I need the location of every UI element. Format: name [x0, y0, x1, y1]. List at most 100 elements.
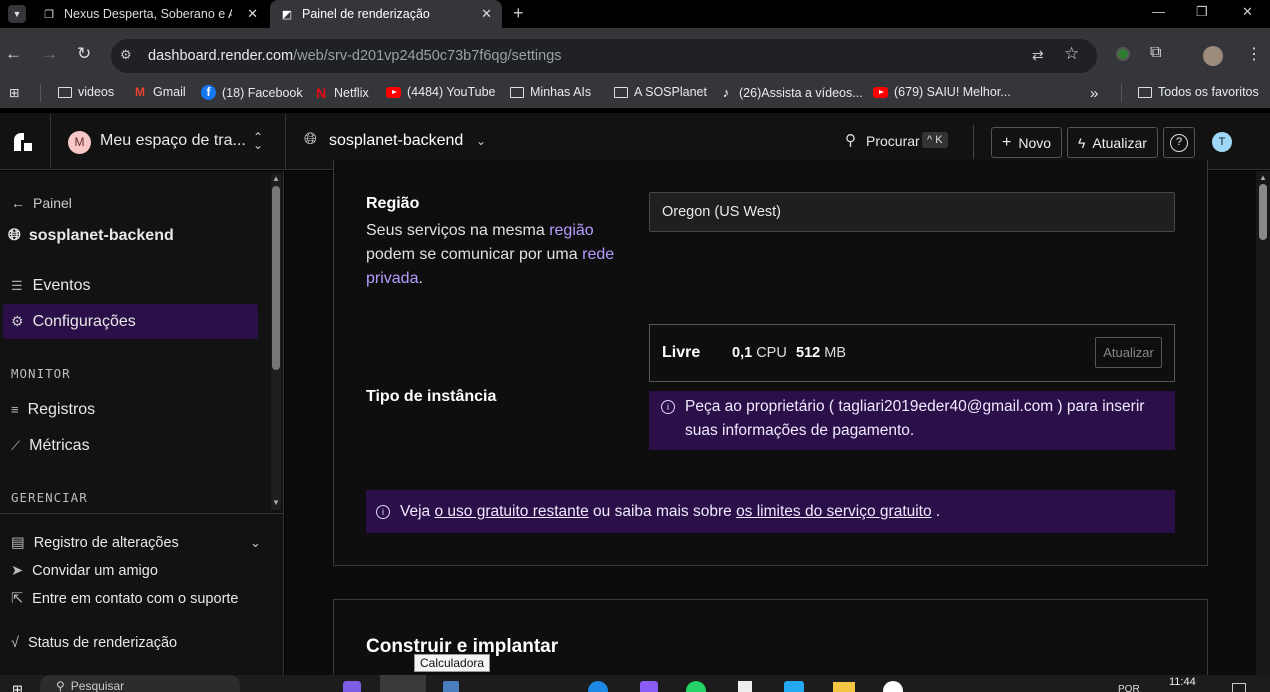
sidebar-status[interactable]: √ Status de renderização — [11, 635, 177, 651]
windows-start-icon[interactable]: ⊞ — [12, 682, 23, 692]
sidebar-item-registros[interactable]: ≡ Registros — [11, 401, 95, 419]
browser-tab-active[interactable]: ◩ Painel de renderização ✕ — [270, 0, 502, 28]
scroll-up-icon[interactable]: ▲ — [272, 174, 280, 183]
netflix-icon: N — [315, 85, 327, 101]
free-limits-link[interactable]: os limites do serviço gratuito — [736, 503, 932, 520]
taskbar-app-icon[interactable] — [640, 681, 658, 692]
chart-line-icon: ⟋ — [11, 438, 21, 453]
back-label: Painel — [33, 195, 72, 211]
free-usage-notice: i Veja o uso gratuito restante ou saiba … — [366, 490, 1175, 533]
sidebar-item-configuracoes[interactable]: ⚙ Configurações — [11, 313, 136, 331]
main-scrollbar[interactable] — [1256, 171, 1270, 675]
back-link[interactable]: ← Painel — [11, 195, 72, 211]
help-button[interactable]: ? — [1163, 127, 1195, 158]
scroll-down-icon[interactable]: ▼ — [272, 498, 280, 507]
bookmark-label: Netflix — [334, 86, 369, 100]
sidebar-footer-label: Entre em contato com o suporte — [32, 591, 239, 607]
free-usage-link[interactable]: o uso gratuito restante — [434, 503, 588, 520]
bookmark-star-icon[interactable]: ☆ — [1064, 44, 1079, 64]
upgrade-button[interactable]: ϟ Atualizar — [1067, 127, 1158, 158]
tab-search-button[interactable]: ▼ — [8, 5, 26, 23]
more-bookmarks-button[interactable]: » — [1090, 85, 1098, 102]
apps-grid-icon[interactable]: ⊞ — [9, 85, 19, 100]
bookmark-gmail[interactable]: M Gmail — [133, 85, 186, 99]
sidebar-item-label: Configurações — [32, 313, 136, 330]
lightning-icon: ϟ — [1078, 134, 1086, 151]
sidebar-item-eventos[interactable]: ☰ Eventos — [11, 277, 90, 295]
region-link[interactable]: região — [549, 222, 593, 239]
sidebar-changelog[interactable]: ▤ Registro de alterações — [11, 535, 179, 551]
search-icon: ⚲ — [56, 679, 65, 692]
url-path: /web/srv-d201vp24d50c73b7f6qg/settings — [293, 48, 562, 64]
bookmark-netflix[interactable]: N Netflix — [314, 85, 369, 101]
scroll-up-icon[interactable]: ▲ — [1259, 173, 1267, 182]
private-network-link[interactable]: rede — [582, 246, 614, 263]
sidebar-item-label: Registros — [27, 401, 96, 418]
close-icon[interactable]: ✕ — [247, 6, 258, 22]
extensions-puzzle-icon[interactable]: ⧉ — [1150, 44, 1161, 62]
clock[interactable]: 11:44 — [1169, 676, 1196, 688]
restore-icon[interactable]: ❐ — [1196, 4, 1208, 20]
extension-icon[interactable] — [1116, 47, 1130, 61]
free-notice-middle: ou saiba mais sobre — [588, 502, 737, 520]
plan-name: Livre — [662, 344, 701, 361]
back-arrow-icon[interactable]: ← — [5, 44, 22, 64]
close-window-icon[interactable]: ✕ — [1242, 4, 1253, 20]
bookmark-minhas-ais[interactable]: Minhas AIs — [510, 85, 591, 99]
language-indicator[interactable]: POR — [1118, 684, 1140, 692]
folder-icon — [58, 86, 72, 98]
folder-icon — [510, 86, 524, 98]
bookmark-youtube-2[interactable]: (679) SAIU! Melhor... — [873, 85, 1011, 99]
new-button[interactable]: + Novo — [991, 127, 1063, 158]
calculator-icon[interactable] — [443, 681, 459, 692]
minimize-icon[interactable]: — — [1152, 4, 1165, 19]
chevron-updown-icon[interactable]: ⌃ ⌄ — [253, 131, 263, 151]
translate-icon[interactable]: ⇄ — [1032, 47, 1044, 64]
bookmark-facebook[interactable]: f (18) Facebook — [201, 85, 303, 100]
service-switcher[interactable]: sosplanet-backend — [329, 132, 463, 150]
reload-icon[interactable]: ↻ — [77, 44, 91, 64]
chevron-down-icon[interactable]: ⌄ — [476, 134, 486, 148]
url-text[interactable]: dashboard.render.com/web/srv-d201vp24d50… — [148, 48, 562, 64]
taskbar-search-placeholder: Pesquisar — [70, 679, 125, 692]
taskbar-app-icon[interactable] — [738, 681, 752, 692]
forward-arrow-icon[interactable]: → — [41, 44, 58, 64]
bookmark-tiktok[interactable]: ♪ (26)Assista a vídeos... — [719, 85, 863, 100]
sidebar-invite[interactable]: ➤ Convidar um amigo — [11, 563, 158, 579]
taskbar-app-icon[interactable] — [380, 675, 426, 692]
profile-avatar[interactable] — [1203, 46, 1223, 66]
render-logo-icon[interactable] — [12, 131, 34, 153]
youtube-icon — [386, 86, 401, 98]
sidebar-item-metricas[interactable]: ⟋ Métricas — [11, 437, 90, 455]
file-explorer-icon[interactable] — [833, 682, 855, 692]
workspace-switcher[interactable]: Meu espaço de tra... — [100, 132, 246, 150]
taskbar-app-icon[interactable] — [343, 681, 361, 692]
cpu-value: 0,1 — [732, 345, 753, 361]
site-info-icon[interactable]: ⚙ — [120, 47, 132, 63]
bookmark-label: Gmail — [153, 85, 186, 99]
close-icon[interactable]: ✕ — [481, 6, 492, 22]
bookmark-videos[interactable]: videos — [58, 85, 114, 99]
notification-icon[interactable] — [1232, 683, 1246, 692]
search-button[interactable]: Procurar — [866, 133, 920, 149]
browser-tab[interactable]: ❐ Nexus Desperta, Soberano e Au ✕ — [32, 0, 268, 28]
new-tab-button[interactable]: + — [513, 3, 524, 24]
sidebar-support[interactable]: ⇱ Entre em contato com o suporte — [11, 591, 238, 607]
sidebar-scrollbar-thumb[interactable] — [272, 186, 280, 370]
region-description: Seus serviços na mesma região podem se c… — [366, 219, 636, 291]
main-scrollbar-thumb[interactable] — [1259, 184, 1267, 240]
bookmark-youtube[interactable]: (4484) YouTube — [386, 85, 496, 99]
search-icon[interactable]: ⚲ — [845, 131, 856, 149]
upgrade-instance-button[interactable]: Atualizar — [1095, 337, 1162, 368]
menu-kebab-icon[interactable]: ⋮ — [1246, 44, 1262, 64]
all-bookmarks[interactable]: Todos os favoritos — [1138, 85, 1259, 99]
private-network-link[interactable]: privada — [366, 270, 418, 287]
vscode-icon[interactable] — [784, 681, 804, 692]
chevron-down-icon[interactable]: ⌄ — [250, 535, 261, 551]
taskbar-search[interactable]: ⚲ Pesquisar — [40, 675, 240, 692]
tiktok-icon: ♪ — [722, 85, 730, 100]
section-title-gerenciar: GERENCIAR — [11, 490, 88, 505]
bookmark-sosplanet[interactable]: A SOSPlanet — [614, 85, 707, 99]
user-avatar[interactable]: T — [1212, 132, 1232, 152]
free-notice-prefix: Veja — [400, 502, 435, 520]
